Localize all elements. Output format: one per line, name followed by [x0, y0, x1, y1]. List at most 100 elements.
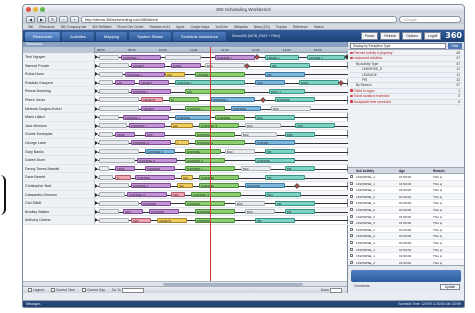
activity-bar[interactable]: 1KWORSE [175, 114, 211, 120]
table-row[interactable]: 1KWORSE_1 01:50:00 This sj [348, 253, 464, 260]
activity-bar[interactable]: 1KWORSE [231, 106, 261, 112]
activity-bar[interactable]: URG [171, 192, 185, 197]
activity-bar[interactable] [99, 149, 139, 155]
ack-checkbox[interactable] [348, 200, 355, 206]
resource-name[interactable]: Gurine Kostoplaz [23, 130, 95, 138]
activity-bar[interactable]: URG [123, 209, 143, 215]
activity-bar[interactable]: LWORSE_L [307, 54, 345, 60]
activity-bar[interactable]: 1KW [255, 80, 285, 86]
resource-row[interactable]: Gaben Dunn 1KWORSE_D 1KWORSE_S 1KWORSE [23, 156, 348, 165]
resource-name[interactable]: Bradley Walker [23, 207, 95, 216]
activity-bar[interactable]: 1KWORSE [195, 131, 235, 137]
bookmark-link[interactable]: Apple [176, 25, 184, 29]
activity-bar[interactable]: PRI [275, 200, 315, 206]
activity-bar[interactable]: 1KWORSE [275, 97, 315, 103]
resource-name[interactable]: Rhona Downing [23, 87, 95, 95]
legend-checkbox[interactable] [28, 288, 32, 292]
table-row[interactable]: 1KWORSE_2 01:50:00 This sj [348, 206, 464, 214]
activity-bar[interactable]: 1KWORSE [199, 174, 239, 180]
activity-bar[interactable]: LEA [177, 183, 193, 189]
activity-bar[interactable]: 1KWORS [255, 140, 295, 146]
activity-bar[interactable] [99, 106, 139, 112]
resource-row[interactable]: Jose Brimson 1KWORSE_L LEA 1KWORSE_S Brish PR… [23, 121, 348, 131]
bookmark-link[interactable]: Release rev14 [150, 25, 171, 29]
activity-bar[interactable]: 1KWORSE [245, 183, 285, 189]
checkbox-icon[interactable] [350, 227, 353, 231]
resource-row[interactable]: Rufus Noon 1KWORSE_L LEA 1SWORE_L PRI [23, 70, 348, 79]
resource-name[interactable]: Pierre Jones [23, 95, 95, 104]
activity-bar[interactable] [99, 166, 109, 172]
resource-row[interactable]: George Lane 1KWORSE_D L 1KWORSE_S 1KWORS [23, 138, 348, 148]
resource-row[interactable]: Pierre Jones URGENT1 1K 2KWORSE_L 1KWORSE [23, 95, 348, 105]
activity-bar[interactable]: U [115, 174, 131, 180]
activity-bar[interactable]: PRI1 [265, 192, 301, 197]
activity-bar[interactable]: PRI1 [285, 131, 315, 137]
activity-bar[interactable] [99, 114, 119, 120]
activity-bar[interactable]: URGENT1 [141, 97, 163, 103]
table-row[interactable]: 1KWORSE_1 01:50:00 This sj [348, 246, 464, 254]
activity-bar[interactable]: 1KWORSE_D [131, 140, 171, 146]
ack-checkbox[interactable] [348, 240, 355, 246]
tab-mapping[interactable]: Mapping [95, 31, 128, 41]
current-time-button[interactable]: Current Time [49, 288, 77, 292]
activity-bar[interactable]: URGENT [131, 63, 165, 69]
search-field[interactable]: Google [399, 15, 461, 23]
ack-checkbox[interactable] [348, 253, 355, 259]
activity-bar[interactable] [99, 157, 135, 163]
activity-bar[interactable]: 1KWORSE_D [137, 157, 177, 163]
checkbox-icon[interactable] [350, 240, 353, 244]
activity-bar[interactable]: 1KWORSE_L [123, 114, 169, 120]
table-row[interactable]: 1KWORSE_1 01:50:00 This sj [348, 174, 464, 181]
current-time-checkbox[interactable] [51, 288, 56, 292]
refresh-button[interactable]: Refresh [380, 31, 401, 40]
table-row[interactable]: 1KWORSE_1 01:50:00 This sj [348, 240, 464, 247]
table-row[interactable]: 1KWORSE_2 01:50:00 This sj [348, 233, 464, 240]
checkbox-icon[interactable] [350, 194, 353, 198]
bookmark-link[interactable]: Reference [293, 25, 308, 29]
checkbox-icon[interactable] [350, 201, 353, 205]
current-day-checkbox[interactable] [82, 288, 87, 292]
milestone-icon[interactable] [254, 54, 260, 60]
activity-bar[interactable]: PRI [270, 63, 310, 69]
column-header[interactable]: Age [399, 168, 433, 173]
milestone-icon[interactable] [338, 79, 344, 86]
activity-bar[interactable]: 1KWORSE [195, 209, 235, 215]
activity-bar[interactable]: PRI [265, 149, 295, 155]
checkbox-icon[interactable] [350, 260, 353, 264]
activity-bar[interactable] [99, 123, 127, 129]
ack-checkbox[interactable] [348, 181, 355, 187]
activity-bar[interactable]: PRI [285, 166, 315, 172]
activity-bar[interactable]: LAS [115, 80, 135, 86]
activity-bar[interactable]: 1KWORSE_L [215, 54, 255, 60]
goto-input[interactable] [121, 287, 144, 293]
activity-bar[interactable] [99, 217, 129, 223]
activity-bar[interactable]: 1KWORSE_D [127, 192, 167, 197]
activity-bar[interactable]: 1KWORSE_L [185, 106, 225, 112]
back-icon[interactable]: ◀ [26, 15, 35, 23]
activity-bar[interactable]: PRI1 [295, 123, 335, 129]
ack-checkbox[interactable] [348, 220, 355, 226]
activity-bar[interactable]: Brish [225, 149, 255, 155]
activity-bar[interactable]: 1KWORSE [215, 114, 245, 120]
resource-name[interactable]: Melinda Tongles-Kofori [23, 104, 95, 113]
activity-bar[interactable]: URGENT1 [157, 217, 187, 223]
checkbox-icon[interactable] [350, 234, 353, 238]
activity-bar[interactable]: 1KWORSE [255, 157, 295, 163]
pause-button[interactable]: Pause [360, 31, 379, 40]
table-row[interactable]: 1KWORSE_2 01:50:00 This sj [348, 193, 464, 201]
activity-bar[interactable]: 1KW [145, 131, 165, 137]
activity-bar[interactable]: Brish [245, 209, 275, 215]
activity-bar[interactable]: 1KWORSE [135, 174, 175, 180]
activity-bar[interactable] [99, 63, 129, 69]
activity-bar[interactable]: 1KWORSE [199, 183, 239, 189]
tab-activities[interactable]: Activities [62, 31, 94, 41]
activity-bar[interactable]: 1KWORSE_S [191, 192, 241, 197]
activity-bar[interactable]: Brish [241, 166, 271, 172]
table-row[interactable]: 1KWORSE_2 01:50:00 This sj [348, 214, 464, 221]
activity-bar[interactable]: 1KWORSE_S [185, 157, 225, 163]
tab-system-status[interactable]: System Status [129, 31, 172, 41]
activity-bar[interactable]: PRI [265, 71, 305, 77]
resource-name[interactable]: Christopher Nutt [23, 181, 95, 190]
resource-name[interactable]: Denny Torres-Mandel [23, 164, 95, 173]
activity-bar[interactable]: 1KWORSE_L [129, 123, 165, 129]
